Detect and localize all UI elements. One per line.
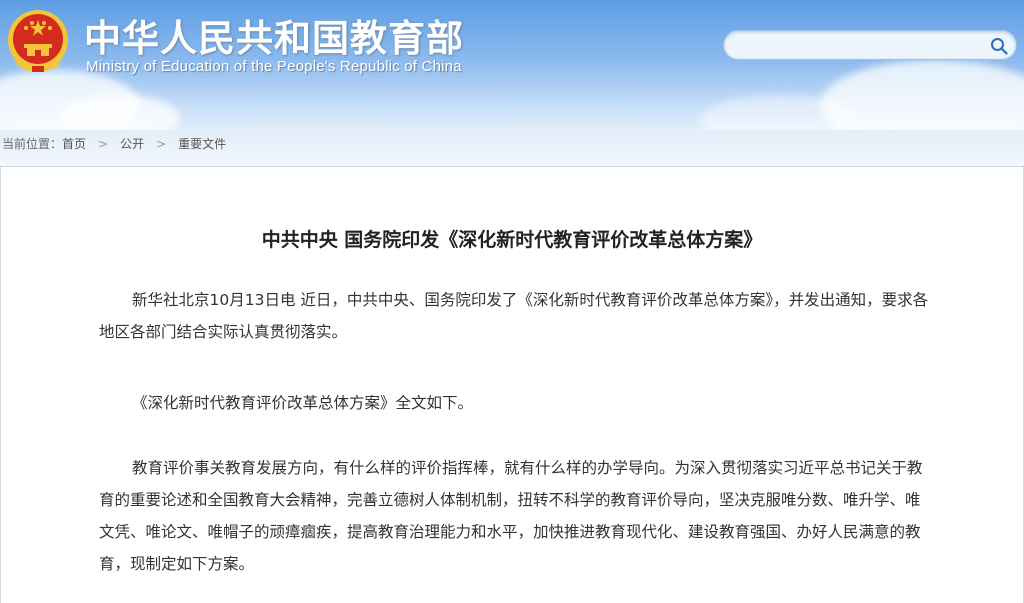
search-box[interactable] xyxy=(723,30,1017,60)
article-container: 中共中央 国务院印发《深化新时代教育评价改革总体方案》 新华社北京10月13日电… xyxy=(0,166,1024,603)
search-input[interactable] xyxy=(736,35,984,57)
site-title: 中华人民共和国教育部 xyxy=(84,17,464,60)
article-paragraph: 《深化新时代教育评价改革总体方案》全文如下。 xyxy=(132,394,474,412)
site-header: 中华人民共和国教育部 Ministry of Education of the … xyxy=(0,0,1024,130)
breadcrumb-home-link[interactable]: 首页 xyxy=(62,137,86,151)
national-emblem-icon[interactable] xyxy=(6,8,70,74)
article-title: 中共中央 国务院印发《深化新时代教育评价改革总体方案》 xyxy=(261,229,763,251)
breadcrumb-open-link[interactable]: 公开 xyxy=(120,137,144,151)
article-paragraph: 教育评价事关教育发展方向，有什么样的评价指挥棒，就有什么样的办学导向。为深入贯彻… xyxy=(99,459,923,573)
breadcrumb-prefix: 当前位置： xyxy=(2,137,63,151)
search-icon[interactable] xyxy=(990,37,1008,55)
article-paragraph: 新华社北京10月13日电 近日，中共中央、国务院印发了《深化新时代教育评价改革总… xyxy=(99,291,929,341)
cloud-decoration xyxy=(60,95,180,130)
breadcrumb-bar: 当前位置：首页 > 公开 > 重要文件 xyxy=(0,130,1024,166)
breadcrumb: 当前位置：首页 > 公开 > 重要文件 xyxy=(2,130,226,158)
breadcrumb-documents-link[interactable]: 重要文件 xyxy=(178,137,226,151)
breadcrumb-separator: > xyxy=(98,137,109,151)
breadcrumb-separator: > xyxy=(156,137,167,151)
site-subtitle: Ministry of Education of the People's Re… xyxy=(86,58,462,75)
